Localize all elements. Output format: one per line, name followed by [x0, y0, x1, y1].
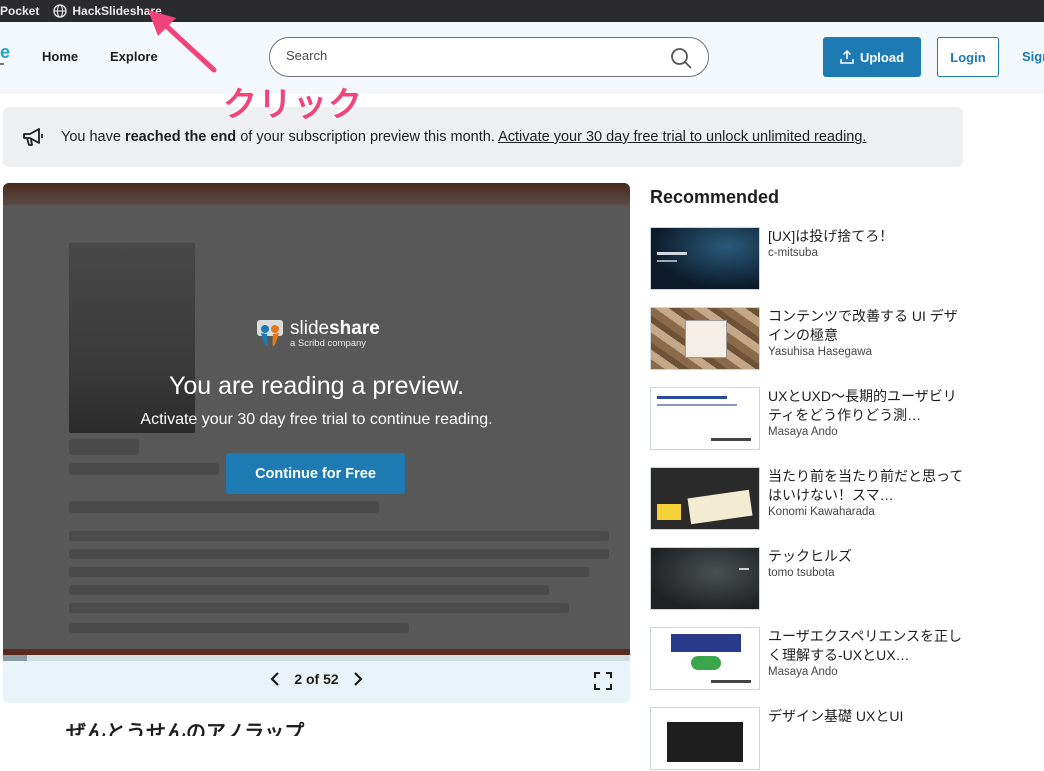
- recommended-item[interactable]: ユーザエクスペリエンスを正しく理解する-UXとUX… Masaya Ando: [650, 627, 970, 691]
- signup-link[interactable]: Sign: [1022, 49, 1044, 64]
- recommended-thumbnail[interactable]: [650, 227, 760, 290]
- nav-home[interactable]: Home: [42, 49, 78, 64]
- recommended-thumbnail[interactable]: [650, 627, 760, 690]
- search-input[interactable]: [286, 48, 666, 63]
- login-button[interactable]: Login: [937, 37, 999, 77]
- bookmark-pocket-label: Pocket: [0, 4, 40, 18]
- recommended-item-author[interactable]: Masaya Ando: [768, 426, 964, 438]
- recommended-item-title[interactable]: ユーザエクスペリエンスを正しく理解する-UXとUX…: [768, 627, 964, 665]
- globe-icon: [53, 4, 68, 18]
- recommended-thumbnail[interactable]: [650, 467, 760, 530]
- recommended-thumbnail[interactable]: [650, 707, 760, 770]
- recommended-title: Recommended: [650, 187, 780, 207]
- recommended-item-title[interactable]: UXとUXD〜長期的ユーザビリティをどう作りどう測…: [768, 387, 964, 425]
- chevron-left-icon: [270, 672, 280, 686]
- slideshare-logo-icon: [257, 320, 283, 347]
- slideshare-tagline: a Scribd company: [290, 337, 367, 349]
- recommended-thumbnail[interactable]: [650, 547, 760, 610]
- recommended-item-author[interactable]: Konomi Kawaharada: [768, 506, 964, 518]
- document-heading: ぜんとうせんのアノラップ: [66, 722, 305, 736]
- chevron-right-icon: [353, 672, 363, 686]
- continue-for-free-button[interactable]: Continue for Free: [226, 453, 405, 494]
- recommended-thumbnail[interactable]: [650, 307, 760, 370]
- annotation-label: クリック: [223, 86, 363, 124]
- page-navigation: 2 of 52: [3, 671, 630, 687]
- prev-page-button[interactable]: [270, 671, 280, 687]
- search-box[interactable]: [269, 37, 709, 77]
- recommended-item-author[interactable]: c-mitsuba: [768, 247, 964, 259]
- preview-subtitle: Activate your 30 day free trial to conti…: [140, 411, 493, 428]
- search-icon[interactable]: [670, 47, 692, 69]
- recommended-item-author[interactable]: Yasuhisa Hasegawa: [768, 346, 964, 358]
- recommended-item-author[interactable]: tomo tsubota: [768, 567, 964, 579]
- site-logo-sub: [0, 63, 4, 65]
- bookmark-pocket[interactable]: Pocket: [0, 4, 39, 18]
- next-page-button[interactable]: [353, 671, 363, 687]
- site-logo[interactable]: e: [0, 42, 10, 63]
- fullscreen-icon[interactable]: [594, 672, 612, 690]
- free-trial-link[interactable]: Activate your 30 day free trial to unloc…: [498, 129, 866, 145]
- upload-label: Upload: [859, 49, 905, 65]
- recommended-item-author[interactable]: Masaya Ando: [768, 666, 964, 678]
- subscription-notice: You have reached the end of your subscri…: [3, 107, 963, 167]
- recommended-item[interactable]: デザイン基礎 UXとUI: [650, 707, 970, 771]
- reading-progress[interactable]: [3, 655, 630, 661]
- recommended-thumbnail[interactable]: [650, 387, 760, 450]
- reading-progress-fill: [3, 655, 27, 661]
- recommended-item-title[interactable]: 当たり前を当たり前だと思ってはいけない！スマ…: [768, 467, 964, 505]
- recommended-item-title[interactable]: デザイン基礎 UXとUI: [768, 707, 964, 726]
- recommended-item[interactable]: コンテンツで改善する UI デザインの極意 Yasuhisa Hasegawa: [650, 307, 970, 371]
- recommended-item[interactable]: 当たり前を当たり前だと思ってはいけない！スマ… Konomi Kawaharada: [650, 467, 970, 531]
- recommended-item-title[interactable]: テックヒルズ: [768, 547, 964, 566]
- preview-title: You are reading a preview.: [168, 372, 465, 400]
- notice-text: You have reached the end of your subscri…: [61, 129, 867, 145]
- upload-icon: [840, 50, 854, 64]
- recommended-item-title[interactable]: コンテンツで改善する UI デザインの極意: [768, 307, 964, 345]
- recommended-item[interactable]: UXとUXD〜長期的ユーザビリティをどう作りどう測… Masaya Ando: [650, 387, 970, 451]
- page-indicator: 2 of 52: [294, 671, 339, 687]
- recommended-item[interactable]: [UX]は投げ捨てろ！ c-mitsuba: [650, 227, 970, 291]
- recommended-item[interactable]: テックヒルズ tomo tsubota: [650, 547, 970, 611]
- slideshare-logo: slideshare a Scribd company: [256, 319, 380, 349]
- megaphone-icon: [23, 128, 43, 146]
- document-viewer: slideshare a Scribd company You are read…: [3, 183, 630, 703]
- upload-button[interactable]: Upload: [823, 37, 921, 77]
- slideshare-wordmark: slideshare: [290, 317, 380, 339]
- annotation-arrow-icon: [148, 10, 217, 73]
- recommended-item-title[interactable]: [UX]は投げ捨てろ！: [768, 227, 964, 246]
- preview-overlay: slideshare a Scribd company You are read…: [3, 183, 630, 655]
- slide-preview: slideshare a Scribd company You are read…: [3, 183, 630, 655]
